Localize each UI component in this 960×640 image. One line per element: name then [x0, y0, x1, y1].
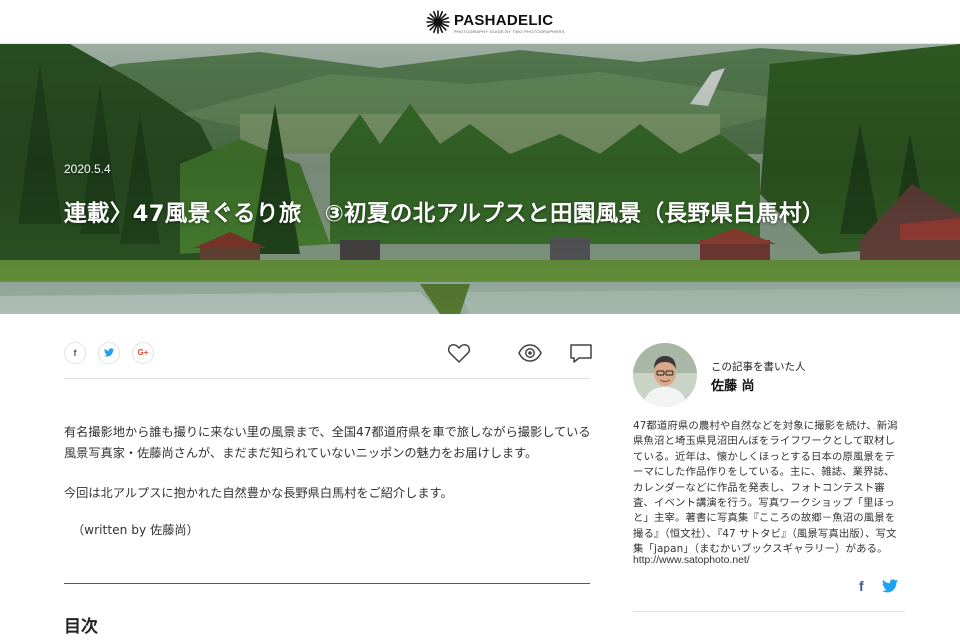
author-website-link[interactable]: http://www.satophoto.net/ [633, 555, 750, 566]
google-plus-share-button[interactable]: G+ [132, 342, 154, 364]
author-caption: この記事を書いた人 [711, 361, 806, 373]
article-intro: 有名撮影地から誰も撮りに来ない里の風景まで、全国47都道府県を車で旅しながら撮影… [64, 425, 591, 460]
author-twitter-icon[interactable] [882, 579, 898, 593]
share-bar: f G+ [64, 342, 593, 366]
body-divider [64, 583, 590, 584]
logo-wordmark: PASHADELIC [454, 12, 554, 29]
article-date: 2020.5.4 [64, 162, 111, 176]
author-facebook-icon[interactable]: f [859, 578, 864, 594]
author-photo [633, 343, 697, 407]
sidebar-divider [633, 611, 905, 612]
hero-banner: 2020.5.4 連載〉47風景ぐるり旅 ③初夏の北アルプスと田園風景（長野県白… [0, 44, 960, 314]
author-name[interactable]: 佐藤 尚 [711, 375, 755, 394]
comment-icon[interactable] [569, 342, 593, 364]
site-header: PASHADELIC PHOTOGRAPHY GUIDE BY TWO PHOT… [0, 0, 960, 44]
twitter-icon [104, 348, 114, 357]
article-title: 連載〉47風景ぐるり旅 ③初夏の北アルプスと田園風景（長野県白馬村） [64, 201, 825, 227]
facebook-share-button[interactable]: f [64, 342, 86, 364]
article-paragraph: 今回は北アルプスに抱かれた自然豊かな長野県白馬村をご紹介します。 [64, 486, 453, 500]
google-plus-icon: G+ [137, 348, 149, 357]
logo-tagline: PHOTOGRAPHY GUIDE BY TWO PHOTOGRAPHERS [454, 29, 565, 34]
author-avatar[interactable] [633, 343, 697, 407]
site-logo[interactable]: PASHADELIC PHOTOGRAPHY GUIDE BY TWO PHOT… [426, 9, 564, 37]
author-bio: 47都道府県の農村や自然などを対象に撮影を続け、新潟県魚沼と埼玉県見沼田んぼをラ… [633, 420, 898, 556]
logo-starburst-icon [426, 10, 450, 34]
hero-landscape-image [0, 44, 960, 314]
share-divider [64, 378, 590, 379]
facebook-icon: f [73, 348, 77, 358]
heart-icon[interactable] [447, 342, 471, 364]
table-of-contents-title: 目次 [64, 617, 98, 637]
twitter-share-button[interactable] [98, 342, 120, 364]
article-byline: （written by 佐藤尚） [72, 523, 199, 537]
eye-icon[interactable] [518, 342, 542, 364]
